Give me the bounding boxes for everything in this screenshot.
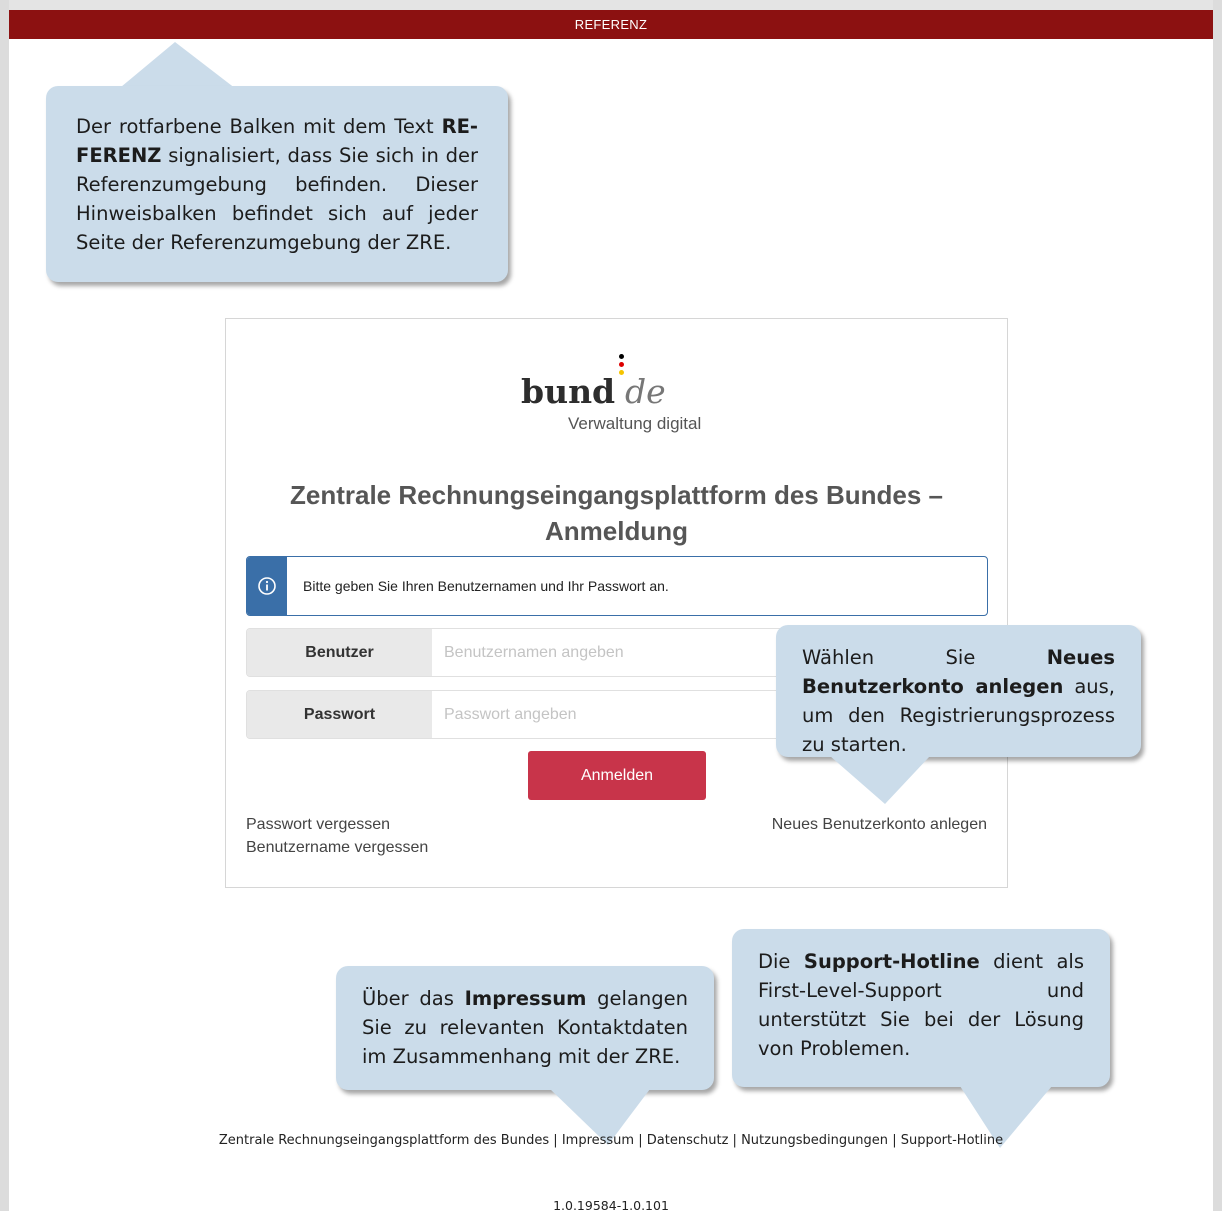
footer-separator: |	[553, 1133, 558, 1148]
footer-link-datenschutz[interactable]: Datenschutz	[647, 1133, 729, 1148]
page-title: Zentrale Rechnungseingangsplattform des …	[226, 477, 1007, 549]
footer-link-impressum[interactable]: Impressum	[562, 1133, 634, 1148]
footer-links: Zentrale Rechnungseingangsplattform des …	[0, 1133, 1222, 1148]
logo-word: bund	[521, 372, 616, 411]
footer-separator: |	[638, 1133, 643, 1148]
callout-impressum-text-1: Über das	[362, 987, 465, 1010]
callout-hotline-text-1: Die	[758, 950, 804, 973]
callout-impressum: Über das Impressum gelangen Sie zu relev…	[336, 966, 714, 1090]
info-icon	[247, 557, 287, 615]
logo-subtitle: Verwaltung digital	[568, 414, 702, 433]
footer-link-nutzungsbedingungen[interactable]: Nutzungsbedingungen	[741, 1133, 888, 1148]
version-text: 1.0.19584-1.0.101	[553, 1198, 669, 1211]
forgot-username-link[interactable]: Benutzername vergessen	[246, 839, 428, 857]
forgot-password-link[interactable]: Passwort vergessen	[246, 816, 390, 834]
password-label: Passwort	[247, 691, 432, 738]
page-title-line-2: Anmeldung	[545, 516, 688, 546]
reference-banner: REFERENZ	[9, 10, 1213, 39]
footer-link-support-hotline[interactable]: Support-Hotline	[901, 1133, 1003, 1148]
callout-account-text-1: Wählen Sie	[802, 646, 1047, 669]
new-account-link[interactable]: Neues Benutzerkonto anlegen	[772, 816, 987, 834]
callout-new-account-tail	[830, 756, 930, 804]
callout-impressum-bold: Impressum	[464, 987, 587, 1010]
callout-new-account: Wählen Sie Neues Benutzerkonto anlegen a…	[776, 625, 1141, 757]
bund-de-logo: bund de Verwaltung digital	[521, 354, 721, 444]
window-top-edge	[0, 0, 1222, 10]
info-box: Bitte geben Sie Ihren Benutzernamen und …	[246, 556, 988, 616]
reference-banner-text: REFERENZ	[574, 17, 648, 32]
footer-separator: |	[732, 1133, 737, 1148]
username-label: Benutzer	[247, 629, 432, 676]
logo-suffix: de	[625, 372, 666, 411]
page-title-line-1: Zentrale Rechnungseingangsplattform des …	[290, 480, 943, 510]
callout-hotline-bold: Support-Hotline	[803, 950, 980, 973]
callout-referenz-text-1: Der rotfarbene Balken mit dem Text	[76, 115, 442, 138]
callout-hotline: Die Support-Hotline dient als First-Leve…	[732, 929, 1110, 1087]
footer-link-platform[interactable]: Zentrale Rechnungseingangsplattform des …	[219, 1133, 549, 1148]
callout-referenz: Der rotfarbene Balken mit dem Text RE-FE…	[46, 86, 508, 282]
login-button[interactable]: Anmelden	[528, 751, 706, 800]
callout-referenz-tail	[115, 42, 240, 92]
footer-separator: |	[892, 1133, 897, 1148]
info-message: Bitte geben Sie Ihren Benutzernamen und …	[303, 578, 669, 594]
